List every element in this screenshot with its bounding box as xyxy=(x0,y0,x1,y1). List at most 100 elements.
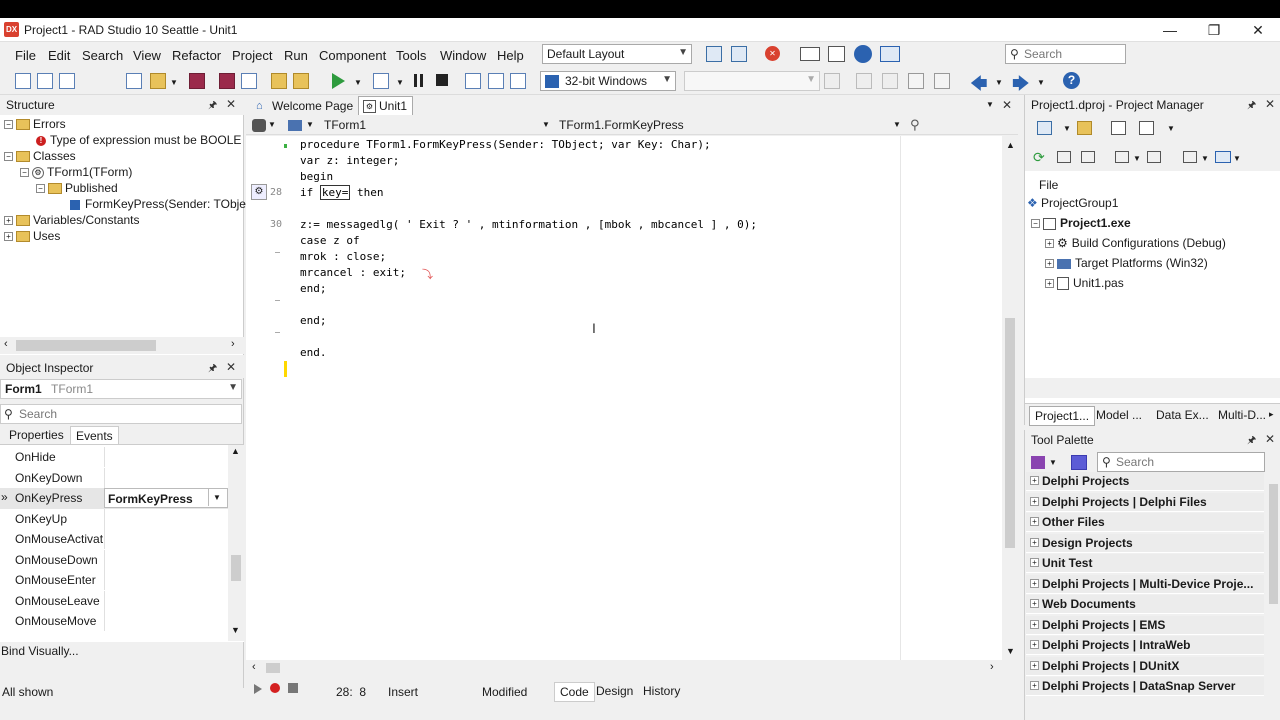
expand-icon[interactable]: + xyxy=(4,216,13,226)
deploy-icon[interactable] xyxy=(856,73,872,89)
chevron-down-icon[interactable]: ▼ xyxy=(354,78,362,87)
scroll-thumb[interactable] xyxy=(1269,484,1278,604)
scroll-down-icon[interactable]: ▼ xyxy=(231,625,240,635)
tree-formkeypress[interactable]: FormKeyPress(Sender: TObje xyxy=(70,197,246,211)
play-macro-icon[interactable] xyxy=(254,684,262,694)
chevron-down-icon[interactable]: ▼ xyxy=(542,120,550,129)
add-to-project-icon[interactable] xyxy=(1077,121,1092,135)
collapse-all-icon[interactable] xyxy=(1081,151,1095,163)
chevron-down-icon[interactable]: ▼ xyxy=(995,78,1003,87)
layout-combo[interactable]: Default Layout ▼ xyxy=(542,44,692,64)
share-icon[interactable] xyxy=(880,46,900,62)
tree-classes[interactable]: − Classes xyxy=(4,149,76,163)
close-icon[interactable]: ✕ xyxy=(226,360,236,374)
tab-design[interactable]: Design xyxy=(591,682,638,700)
scroll-right-icon[interactable]: › xyxy=(990,661,994,673)
record-macro-icon[interactable] xyxy=(270,683,280,693)
help-circle-icon[interactable] xyxy=(854,45,872,63)
menu-search[interactable]: Search xyxy=(82,48,123,63)
trace-into-icon[interactable] xyxy=(488,73,504,89)
chevron-down-icon[interactable]: ▼ xyxy=(1233,154,1241,163)
inspector-row[interactable]: OnMouseEnter xyxy=(0,570,228,591)
scroll-thumb[interactable] xyxy=(16,340,156,351)
scroll-thumb[interactable] xyxy=(1005,318,1015,548)
open-file-icon[interactable] xyxy=(59,73,75,89)
open-folder-icon[interactable] xyxy=(150,73,166,89)
tree-published[interactable]: − Published xyxy=(36,181,118,195)
sort-icon[interactable] xyxy=(1115,151,1129,163)
tree-variables[interactable]: + Variables/Constants xyxy=(4,213,140,227)
chevron-down-icon[interactable]: ▼ xyxy=(1133,154,1141,163)
tab-welcome-page[interactable]: ⌂ Welcome Page xyxy=(252,97,358,115)
pin-icon[interactable]: 🖈 xyxy=(208,98,217,115)
expand-icon[interactable]: + xyxy=(1030,496,1039,506)
inspector-row[interactable]: OnKeyUp xyxy=(0,508,228,530)
tab-code[interactable]: Code xyxy=(554,682,595,702)
help-icon[interactable]: ? xyxy=(1063,72,1080,89)
menu-project[interactable]: Project xyxy=(232,48,272,63)
palette-category[interactable]: + Delphi Projects | DUnitX xyxy=(1026,656,1264,676)
expand-icon[interactable]: + xyxy=(1030,599,1039,608)
inspector-row[interactable]: OnMouseActivat xyxy=(0,529,228,550)
menu-file[interactable]: File xyxy=(15,48,36,63)
scroll-thumb[interactable] xyxy=(231,555,241,581)
layout-save-icon[interactable] xyxy=(706,46,722,62)
step-over-icon[interactable] xyxy=(465,73,481,89)
event-value[interactable] xyxy=(104,467,228,488)
mail-icon[interactable] xyxy=(800,47,820,61)
palette-category[interactable]: + Unit Test xyxy=(1026,554,1264,573)
tab-multi-device[interactable]: Multi-D... xyxy=(1213,406,1271,424)
event-value[interactable] xyxy=(104,570,228,590)
chevron-down-icon[interactable]: ▼ xyxy=(1037,78,1045,87)
menu-refactor[interactable]: Refactor xyxy=(172,48,221,63)
run-icon[interactable] xyxy=(332,73,345,89)
categories-icon[interactable] xyxy=(1031,456,1045,469)
remove-file-icon[interactable] xyxy=(293,73,309,89)
editor-hscrollbar[interactable]: ‹ › xyxy=(246,660,1002,676)
cursor-select-icon[interactable] xyxy=(1071,455,1087,470)
close-file-icon[interactable] xyxy=(241,73,257,89)
top-search-input[interactable]: ⚲ Search xyxy=(1005,44,1126,64)
run-to-return-icon[interactable] xyxy=(510,73,526,89)
deploy-all-icon[interactable] xyxy=(1215,151,1231,163)
chevron-down-icon[interactable]: ▼ xyxy=(170,78,178,87)
restore-button[interactable]: ❐ xyxy=(1192,20,1236,40)
tab-list-dropdown-icon[interactable]: ▼ xyxy=(986,100,994,109)
tab-model-view[interactable]: Model ... xyxy=(1091,406,1147,424)
tab-unit1[interactable]: ⚙ Unit1 xyxy=(358,96,414,115)
inspector-row-selected[interactable]: » OnKeyPress FormKeyPress ▼ xyxy=(0,488,228,509)
stop-macro-icon[interactable] xyxy=(288,683,298,693)
chevron-down-icon[interactable]: ▼ xyxy=(396,78,404,87)
palette-category[interactable]: + Other Files xyxy=(1026,513,1264,532)
tree-project-exe[interactable]: − Project1.exe xyxy=(1031,216,1131,230)
tree-errors[interactable]: − Errors xyxy=(4,117,66,131)
close-icon[interactable]: ✕ xyxy=(226,97,236,111)
expand-icon[interactable]: + xyxy=(4,232,13,242)
inspector-row[interactable]: OnMouseMove xyxy=(0,611,228,632)
expand-icon[interactable]: + xyxy=(1030,537,1039,547)
scroll-left-icon[interactable]: ‹ xyxy=(252,661,256,673)
view-unit-icon[interactable] xyxy=(934,73,950,89)
build-config-combo[interactable]: ▼ xyxy=(684,71,820,91)
expand-icon[interactable]: + xyxy=(1030,681,1039,690)
remove-from-project-icon[interactable] xyxy=(1111,121,1126,135)
expand-icon[interactable]: + xyxy=(1045,279,1054,289)
code-insight-icon[interactable]: ⚙ xyxy=(251,184,267,200)
palette-category[interactable]: + Delphi Projects xyxy=(1026,472,1264,491)
event-value[interactable] xyxy=(104,508,228,529)
expand-icon[interactable]: + xyxy=(1030,578,1039,588)
new-items-icon[interactable] xyxy=(37,73,53,89)
expand-icon[interactable]: + xyxy=(1030,660,1039,670)
palette-category[interactable]: + Delphi Projects | EMS xyxy=(1026,615,1264,635)
scroll-down-icon[interactable]: ▼ xyxy=(1006,646,1015,656)
scroll-left-icon[interactable]: ‹ xyxy=(4,338,8,350)
structure-hscrollbar[interactable]: ‹ › xyxy=(0,337,244,354)
tab-data-explorer[interactable]: Data Ex... xyxy=(1151,406,1214,424)
close-tab-icon[interactable]: ✕ xyxy=(1002,98,1012,112)
inspector-row[interactable]: OnKeyDown xyxy=(0,467,228,489)
expand-icon[interactable]: + xyxy=(1030,558,1039,567)
new-project-icon[interactable] xyxy=(1037,121,1052,135)
bind-visually-link[interactable]: Bind Visually... xyxy=(1,644,79,658)
menu-window[interactable]: Window xyxy=(440,48,486,63)
new-file-icon[interactable] xyxy=(15,73,31,89)
